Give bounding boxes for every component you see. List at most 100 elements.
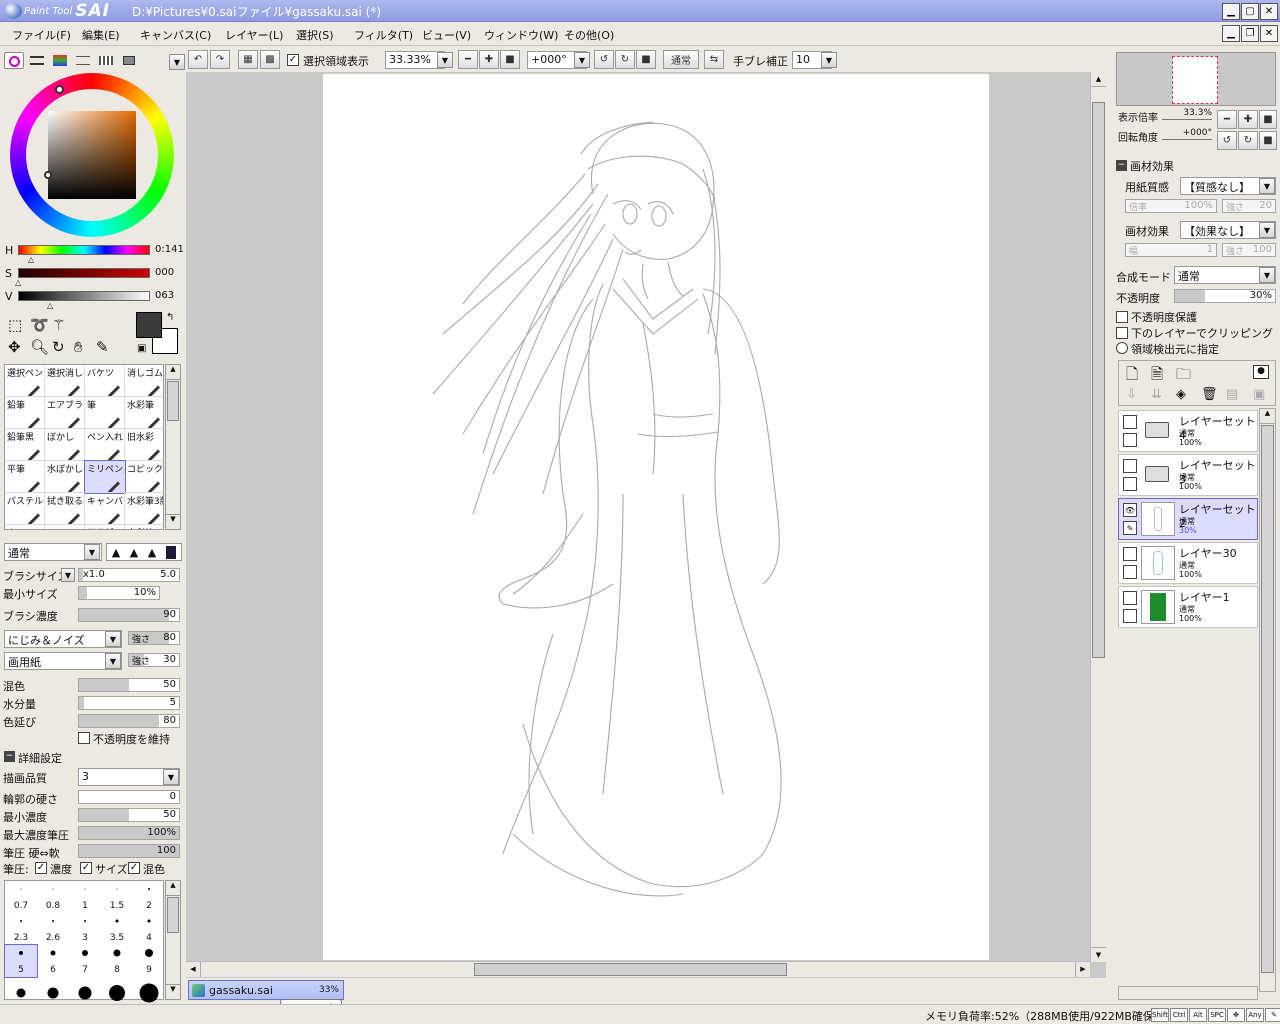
layer-row[interactable]: 👁 ✎ レイヤーセット2 通常 30% (1118, 498, 1258, 540)
tool-button[interactable] (45, 525, 85, 529)
layer-edit-indicator[interactable] (1123, 477, 1137, 491)
tool-button[interactable]: パステル (5, 493, 45, 525)
navigator-viewport[interactable] (1172, 56, 1218, 104)
hand-icon[interactable]: ✋︎ (74, 338, 83, 356)
pressure-softness-slider[interactable]: 100 (78, 844, 180, 858)
flip-button[interactable]: ⇆ (704, 50, 724, 69)
rgb-slider-mode-button[interactable] (27, 52, 47, 69)
vertical-scroll-thumb[interactable] (1092, 102, 1105, 658)
hsv-slider-mode-button[interactable] (50, 52, 70, 69)
brush-mode-dropdown[interactable]: ▼ (84, 544, 100, 560)
layer-visibility-toggle[interactable] (1123, 547, 1137, 561)
new-folder-icon[interactable]: 🗀 (1176, 364, 1191, 389)
protect-opacity-checkbox[interactable] (1116, 310, 1128, 323)
brush-size-preset[interactable]: 4 (133, 913, 165, 945)
menu-filter[interactable]: フィルタ(T) (354, 27, 413, 43)
brush-size-preset[interactable]: 6 (37, 945, 69, 977)
tool-grid-scrollbar[interactable]: ▲ ▼ (165, 364, 181, 530)
tool-button[interactable]: 選択消し (45, 365, 85, 397)
texture2-dropdown[interactable]: ▼ (105, 653, 121, 669)
modifier-key-indicator[interactable]: ✎ (1265, 1008, 1280, 1022)
doc-minimize-button[interactable]: ▁ (1222, 25, 1240, 42)
rotation-dropdown[interactable]: ▼ (574, 52, 590, 68)
user-swatch-button[interactable] (119, 52, 139, 69)
navigator-preview[interactable] (1116, 52, 1276, 106)
sv-handle[interactable] (44, 171, 52, 179)
layer-edit-indicator[interactable] (1123, 609, 1137, 623)
layer-row[interactable]: レイヤー1 通常 100% (1118, 586, 1258, 628)
new-layer-icon[interactable]: 🗋 (1126, 364, 1138, 389)
layer-row[interactable]: レイヤー30 通常 100% (1118, 542, 1258, 584)
delete-layer-icon[interactable]: 🗑︎ (1201, 387, 1218, 402)
modifier-key-indicator[interactable]: ✥ (1227, 1008, 1245, 1022)
layer-blend-dropdown[interactable]: ▼ (1259, 267, 1275, 283)
tool-button[interactable]: エアブラシ (45, 397, 85, 429)
texture1-strength-slider[interactable]: 強さ 80 (128, 631, 180, 645)
invert-select-button[interactable]: ▩ (260, 50, 280, 69)
rotate-icon[interactable]: ↻ (52, 338, 65, 356)
brush-size-preset[interactable]: 1 (69, 881, 101, 913)
horizontal-scrollbar[interactable]: ◀ ▶ (186, 961, 1090, 977)
density-slider[interactable]: 90 (78, 608, 180, 622)
tool-button[interactable]: 水彩筆 (125, 525, 163, 529)
brush-size-preset[interactable]: 2 (133, 881, 165, 913)
tool-button[interactable]: ミリペン黒 (84, 460, 126, 494)
layer-mask-icon[interactable]: ● (1253, 365, 1269, 379)
tool-button[interactable]: 水彩筆 (125, 397, 163, 429)
texture2-strength-slider[interactable]: 強さ 30 (128, 653, 180, 667)
blend-slider[interactable]: 50 (78, 678, 180, 692)
maximize-button[interactable]: ▢ (1241, 3, 1259, 20)
brush-size-preset[interactable]: 3 (69, 913, 101, 945)
nav-rotate-right-button[interactable]: ↻ (1238, 131, 1258, 150)
zoom-dropdown[interactable]: ▼ (437, 52, 453, 68)
brush-shape-soft-icon[interactable]: ▲ (148, 546, 156, 559)
menu-layer[interactable]: レイヤー(L) (225, 27, 283, 43)
redo-button[interactable]: ↷ (210, 50, 230, 69)
layer-row[interactable]: レイヤーセット4 通常 100% (1118, 410, 1258, 452)
quality-dropdown[interactable]: ▼ (163, 769, 179, 785)
brush-size-preset[interactable]: 1.5 (101, 881, 133, 913)
size-mult-dropdown[interactable]: ▼ (61, 568, 75, 582)
layer-visibility-toggle[interactable]: 👁 (1123, 503, 1137, 517)
brush-size-preset[interactable]: 7 (69, 945, 101, 977)
stabilizer-dropdown[interactable]: ▼ (821, 52, 837, 68)
modifier-key-indicator[interactable]: Shift (1151, 1008, 1169, 1022)
tool-button[interactable]: 鉛筆黒 (5, 429, 45, 461)
color-panel-menu-button[interactable]: ▼ (169, 54, 185, 70)
layer-opacity-slider[interactable]: 30% (1174, 289, 1276, 303)
deselect-button[interactable]: ▦ (238, 50, 258, 69)
close-button[interactable]: ✕ (1260, 3, 1278, 20)
v-slider[interactable] (18, 291, 150, 301)
layer-list-scrollbar[interactable]: ▲ (1259, 408, 1276, 992)
nav-rotate-reset-button[interactable]: ■ (1259, 131, 1277, 150)
pressure-blend-checkbox[interactable]: ✓ (128, 861, 140, 874)
new-linework-layer-icon[interactable]: 🗎 (1151, 364, 1163, 389)
brush-size-slider[interactable]: x1.0 5.0 (78, 568, 180, 582)
swap-colors-icon[interactable]: ↰ (166, 312, 174, 323)
brush-size-preset[interactable]: 3.5 (101, 913, 133, 945)
nav-zoom-reset-button[interactable]: ■ (1259, 110, 1277, 129)
scratchpad-mode-button[interactable] (96, 52, 116, 69)
document-tab[interactable]: gassaku.sai 33% (188, 980, 344, 1000)
zoom-in-button[interactable]: ✚ (479, 50, 499, 69)
effect-strength-slider[interactable]: 強さ 100 (1222, 243, 1276, 257)
brush-size-preset[interactable]: 9 (133, 945, 165, 977)
water-slider[interactable]: 5 (78, 696, 180, 710)
undo-button[interactable]: ↶ (188, 50, 208, 69)
modifier-key-indicator[interactable]: Any (1246, 1008, 1264, 1022)
layer-edit-indicator[interactable] (1123, 433, 1137, 447)
texture1-dropdown[interactable]: ▼ (105, 631, 121, 647)
menu-view[interactable]: ビュー(V) (422, 27, 471, 43)
tool-button[interactable]: 平筆 (5, 461, 45, 493)
transfer-down-icon[interactable]: ⇩ (1126, 387, 1137, 402)
tool-button[interactable]: ウレアン (5, 525, 45, 529)
layer-list-hscroll[interactable] (1118, 986, 1258, 1000)
menu-window[interactable]: ウィンドウ(W) (484, 27, 558, 43)
doc-close-button[interactable]: ✕ (1260, 25, 1278, 42)
color-wheel-mode-button[interactable] (4, 52, 24, 69)
size-grid-scrollbar[interactable]: ▲ ▼ (165, 880, 181, 1000)
move-icon[interactable]: ✥ (8, 338, 21, 356)
modifier-key-indicator[interactable]: Alt (1189, 1008, 1207, 1022)
pressure-density-checkbox[interactable]: ✓ (35, 861, 47, 874)
horizontal-scroll-thumb[interactable] (474, 963, 787, 976)
